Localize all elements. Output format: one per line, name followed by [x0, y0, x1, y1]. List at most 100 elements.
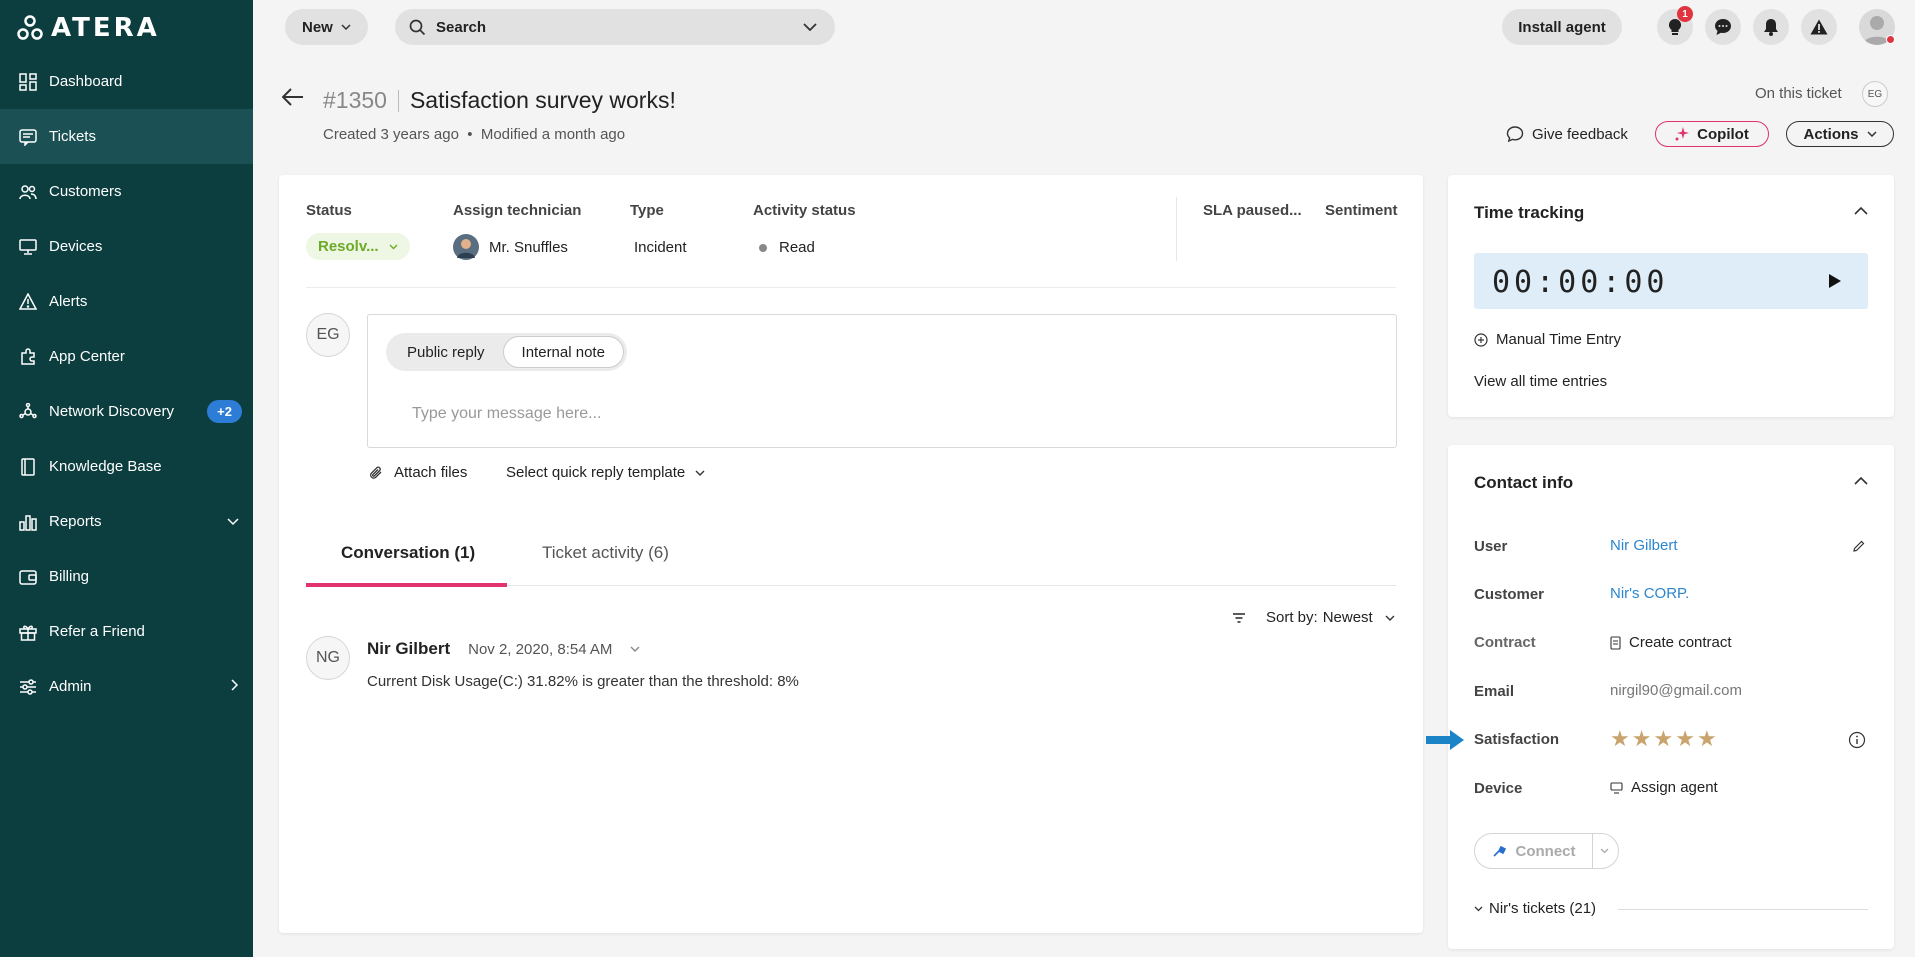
customer-link[interactable]: Nir's CORP.: [1610, 585, 1689, 602]
ticket-meta: Created 3 years ago • Modified a month a…: [323, 126, 626, 143]
chevron-down-icon[interactable]: [803, 23, 817, 31]
ticket-main-card: Status Resolv... Assign technician Mr. S…: [279, 175, 1423, 933]
connect-icon: [1492, 845, 1506, 857]
sidebar-item-reports[interactable]: Reports: [0, 494, 253, 549]
status-dropdown[interactable]: Resolv...: [306, 233, 410, 260]
alerts-button[interactable]: [1801, 9, 1837, 45]
give-feedback-button[interactable]: Give feedback: [1506, 125, 1628, 143]
message-input[interactable]: Type your message here...: [412, 405, 601, 423]
email-value[interactable]: nirgil90@gmail.com: [1610, 682, 1742, 699]
create-contract-button[interactable]: Create contract: [1610, 634, 1732, 651]
assign-agent-button[interactable]: Assign agent: [1610, 779, 1718, 796]
play-icon[interactable]: [1828, 273, 1842, 289]
new-button[interactable]: New: [285, 9, 368, 45]
sidebar-item-label: Knowledge Base: [49, 458, 162, 475]
chevron-down-icon: [389, 244, 398, 249]
attach-files-label: Attach files: [394, 464, 468, 481]
create-contract-label: Create contract: [1629, 634, 1732, 651]
sort-value: Newest: [1322, 609, 1373, 626]
activity-status[interactable]: Read: [759, 239, 815, 256]
viewer-avatar[interactable]: EG: [1862, 81, 1888, 107]
manual-time-entry-button[interactable]: Manual Time Entry: [1474, 331, 1621, 348]
ticket-icon: [18, 127, 38, 147]
public-reply-tab[interactable]: Public reply: [389, 336, 503, 368]
sidebar-item-label: Reports: [49, 513, 102, 530]
sidebar-item-billing[interactable]: Billing: [0, 549, 253, 604]
chevron-up-icon[interactable]: [1854, 477, 1868, 485]
search-bar[interactable]: Search: [395, 9, 835, 45]
edit-pencil-icon[interactable]: [1852, 539, 1866, 553]
sidebar-item-devices[interactable]: Devices: [0, 219, 253, 274]
quick-reply-label: Select quick reply template: [506, 464, 686, 481]
feedback-icon: [1506, 126, 1524, 143]
chevron-down-icon[interactable]: [1600, 848, 1609, 854]
view-all-time-entries-link[interactable]: View all time entries: [1474, 373, 1607, 390]
customer-label: Customer: [1474, 586, 1545, 603]
sidebar-item-customers[interactable]: Customers: [0, 164, 253, 219]
brand-name: ATERA: [51, 13, 160, 43]
notification-count-badge: 1: [1677, 6, 1693, 22]
assign-agent-label: Assign agent: [1631, 779, 1718, 796]
nirs-tickets-toggle[interactable]: Nir's tickets (21): [1474, 900, 1596, 917]
tab-conversation[interactable]: Conversation (1): [341, 543, 475, 563]
ticket-subject[interactable]: Satisfaction survey works!: [410, 87, 676, 114]
install-agent-label: Install agent: [1518, 18, 1606, 36]
search-input[interactable]: Search: [436, 19, 486, 36]
atera-logo-icon: [17, 15, 43, 40]
dashboard-icon: [18, 72, 38, 92]
divider: [306, 287, 1396, 288]
star-icon: ★: [1631, 726, 1652, 751]
message-author: Nir Gilbert: [367, 639, 451, 658]
notifications-button[interactable]: [1753, 9, 1789, 45]
sidebar-item-admin[interactable]: Admin: [0, 659, 253, 714]
copilot-button[interactable]: Copilot: [1655, 121, 1769, 147]
search-icon: [409, 19, 426, 35]
chevron-up-icon[interactable]: [1854, 207, 1868, 215]
satisfaction-rating: ★ ★ ★ ★ ★: [1610, 726, 1719, 752]
brand-logo[interactable]: ATERA: [17, 13, 160, 43]
internal-note-tab[interactable]: Internal note: [502, 336, 624, 368]
sidebar-item-refer-a-friend[interactable]: Refer a Friend: [0, 604, 253, 659]
sidebar-item-label: Billing: [49, 568, 90, 585]
tab-ticket-activity[interactable]: Ticket activity (6): [542, 543, 669, 563]
sidebar-item-network-discovery[interactable]: Network Discovery +2: [0, 384, 253, 439]
arrow-left-icon: [281, 88, 303, 106]
sort-dropdown[interactable]: Sort by: Newest: [1232, 609, 1395, 626]
message-body: Current Disk Usage(C:) 31.82% is greater…: [367, 673, 799, 690]
add-circle-icon: [1474, 332, 1488, 347]
user-link[interactable]: Nir Gilbert: [1610, 537, 1678, 554]
chevron-down-icon[interactable]: [630, 646, 640, 652]
reply-mode-toggle[interactable]: Public reply Internal note: [386, 333, 627, 371]
activity-status-label: Activity status: [753, 202, 856, 219]
sidebar-item-alerts[interactable]: Alerts: [0, 274, 253, 329]
install-agent-button[interactable]: Install agent: [1502, 9, 1622, 45]
type-value[interactable]: Incident: [634, 239, 687, 256]
reply-editor[interactable]: Public reply Internal note Type your mes…: [367, 314, 1397, 448]
lightbulb-button[interactable]: 1: [1657, 6, 1693, 45]
activity-status-value: Read: [779, 239, 815, 256]
technician-selector[interactable]: Mr. Snuffles: [453, 234, 568, 260]
contact-info-title: Contact info: [1474, 473, 1574, 492]
sidebar-item-app-center[interactable]: App Center: [0, 329, 253, 384]
quick-reply-dropdown[interactable]: Select quick reply template: [506, 464, 705, 481]
star-icon: ★: [1653, 726, 1674, 751]
chevron-down-icon: [1385, 615, 1395, 621]
actions-button[interactable]: Actions: [1786, 121, 1894, 147]
info-icon[interactable]: [1848, 731, 1866, 749]
back-button[interactable]: [281, 88, 304, 110]
attach-files-button[interactable]: Attach files: [368, 464, 467, 481]
warning-icon: [1810, 19, 1828, 35]
user-label: User: [1474, 538, 1508, 555]
sidebar-item-label: Dashboard: [49, 73, 123, 90]
sidebar-item-knowledge-base[interactable]: Knowledge Base: [0, 439, 253, 494]
nirs-tickets-label: Nir's tickets (21): [1489, 900, 1597, 917]
bell-icon: [1764, 19, 1778, 36]
device-label: Device: [1474, 780, 1523, 797]
active-tab-indicator: [306, 583, 507, 587]
sidebar-item-dashboard[interactable]: Dashboard: [0, 54, 253, 109]
connect-button[interactable]: Connect: [1475, 834, 1593, 868]
divider: [1618, 909, 1868, 910]
chat-button[interactable]: [1705, 9, 1741, 45]
timer-value: 00:00:00: [1492, 265, 1669, 300]
sidebar-item-tickets[interactable]: Tickets: [0, 109, 253, 164]
